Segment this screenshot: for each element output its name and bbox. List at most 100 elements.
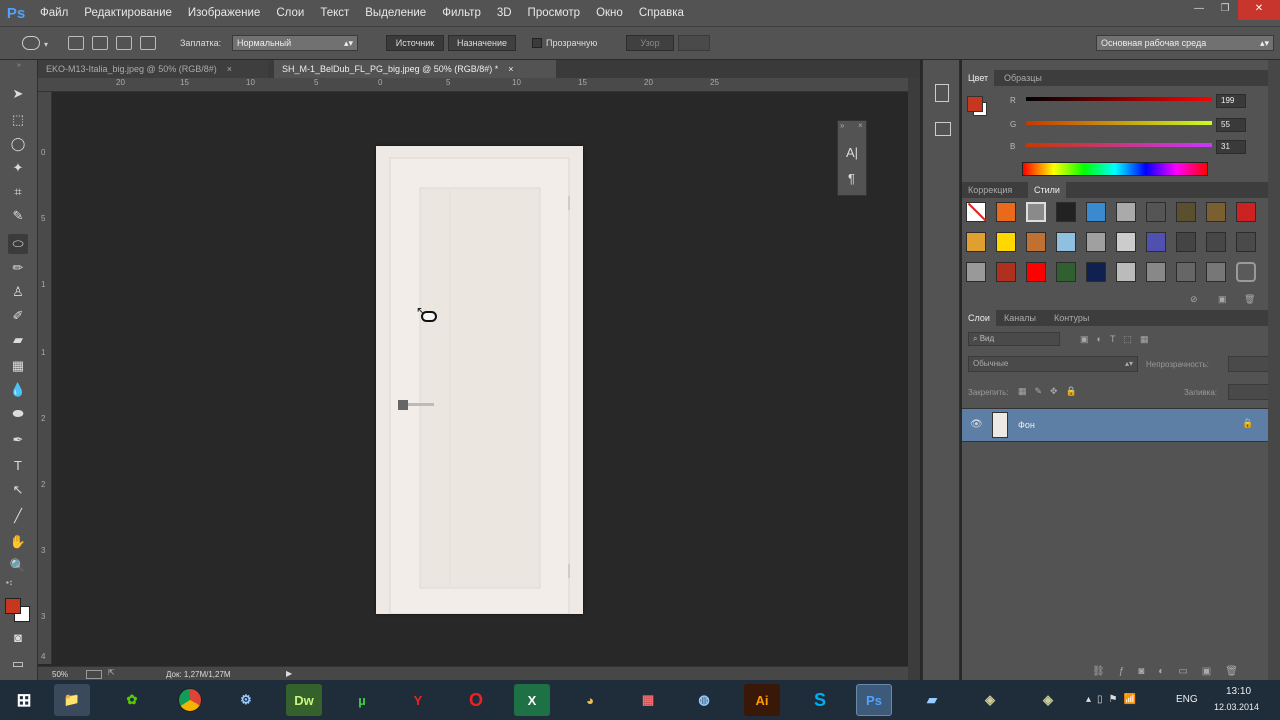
default-colors-icon[interactable]: ▪↕	[6, 578, 13, 587]
path-select-tool-icon[interactable]: ↖	[8, 480, 28, 500]
layer-actions-icons[interactable]: ⛓ƒ◙◐▭▣🗑	[1092, 666, 1252, 677]
lasso-tool-icon[interactable]: ◯	[8, 134, 28, 154]
line-tool-icon[interactable]: ╱	[8, 506, 28, 526]
tab-styles[interactable]: Стили	[1028, 182, 1066, 198]
pattern-button[interactable]: Узор	[626, 35, 674, 51]
quick-mask-icon[interactable]: ◙	[8, 628, 28, 648]
style-swatch[interactable]	[1146, 232, 1166, 252]
minimize-button[interactable]: —	[1186, 0, 1212, 20]
style-swatch[interactable]	[966, 232, 986, 252]
workspace-select[interactable]: Основная рабочая среда ▴▾	[1096, 35, 1274, 51]
actions-panel-icon[interactable]	[935, 122, 951, 136]
menu-layers[interactable]: Слои	[268, 0, 312, 26]
green-value-input[interactable]: 55	[1216, 118, 1246, 132]
tab-adjustments[interactable]: Коррекция	[962, 182, 1018, 198]
red-value-input[interactable]: 199	[1216, 94, 1246, 108]
style-swatch[interactable]	[1206, 232, 1226, 252]
style-swatch[interactable]	[1116, 232, 1136, 252]
style-swatch[interactable]	[1026, 202, 1046, 222]
style-swatch[interactable]	[1176, 202, 1196, 222]
photoshop-taskbar-icon[interactable]: Ps	[856, 684, 892, 716]
zoom-level[interactable]: 50%	[52, 670, 68, 679]
style-swatch[interactable]	[1026, 232, 1046, 252]
menu-text[interactable]: Текст	[312, 0, 357, 26]
doc-info-icon[interactable]	[86, 670, 102, 679]
clear-style-icon[interactable]: ⊘	[1190, 294, 1198, 305]
blue-slider[interactable]	[1026, 143, 1212, 147]
utorrent-icon[interactable]: µ	[344, 684, 380, 716]
clock-time[interactable]: 13:10	[1226, 686, 1251, 697]
intersect-selection-icon[interactable]	[140, 36, 156, 50]
screen-mode-icon[interactable]: ▭	[8, 654, 28, 674]
layer-row-background[interactable]: 👁 Фон 🔒	[962, 408, 1268, 442]
style-swatch[interactable]	[1026, 262, 1046, 282]
blur-tool-icon[interactable]: 💧	[8, 380, 28, 400]
windows-start-icon[interactable]: ⊞	[6, 684, 42, 716]
blue-value-input[interactable]: 31	[1216, 140, 1246, 154]
foreground-color-swatch[interactable]	[5, 598, 21, 614]
style-swatch[interactable]	[1146, 262, 1166, 282]
preset-chevron-icon[interactable]: ▾	[44, 40, 48, 49]
doc-tab-sh[interactable]: SH_M-1_BelDub_FL_PG_big.jpeg @ 50% (RGB/…	[274, 60, 556, 78]
layer-filter-icons[interactable]: ▣◐T⬚▦	[1080, 334, 1156, 345]
style-swatch[interactable]	[1206, 262, 1226, 282]
explorer-icon[interactable]: 📁	[54, 684, 90, 716]
hand-tool-icon[interactable]: ✋	[8, 532, 28, 552]
style-swatch[interactable]	[1176, 262, 1196, 282]
illustrator-icon[interactable]: Ai	[744, 684, 780, 716]
menu-select[interactable]: Выделение	[357, 0, 434, 26]
yandex-browser-icon[interactable]: Y	[400, 684, 436, 716]
layer-filter-select[interactable]: ⌕ Вид	[968, 332, 1060, 346]
panels-scrollbar[interactable]	[1268, 60, 1280, 680]
color-spectrum-bar[interactable]	[1022, 162, 1208, 176]
menu-filter[interactable]: Фильтр	[434, 0, 489, 26]
style-swatch[interactable]	[1236, 202, 1256, 222]
stamp-tool-icon[interactable]: ♙	[8, 282, 28, 302]
style-none-icon[interactable]	[966, 202, 987, 222]
style-swatch[interactable]	[1086, 232, 1106, 252]
style-swatch[interactable]	[996, 202, 1016, 222]
layer-visibility-eye-icon[interactable]: 👁	[970, 419, 983, 430]
style-swatch[interactable]	[1116, 202, 1136, 222]
blend-mode-select[interactable]: Обычные ▴▾	[968, 356, 1138, 372]
close-button[interactable]: ✕	[1238, 0, 1280, 20]
status-arrow-icon[interactable]: ▶	[286, 669, 292, 678]
tab-layers[interactable]: Слои	[962, 310, 996, 326]
delete-style-icon[interactable]: 🗑	[1244, 294, 1255, 305]
move-tool-icon[interactable]: ➤	[8, 84, 28, 104]
window-app-icon[interactable]: ▰	[914, 684, 950, 716]
transparent-checkbox[interactable]	[532, 38, 542, 48]
tool-app-icon[interactable]: ◈	[972, 684, 1008, 716]
menu-image[interactable]: Изображение	[180, 0, 268, 26]
tool-app-2-icon[interactable]: ◈	[1030, 684, 1066, 716]
style-swatch[interactable]	[1056, 232, 1076, 252]
style-swatch[interactable]	[1116, 262, 1136, 282]
share-icon[interactable]: ⇱	[108, 668, 115, 677]
clock-date[interactable]: 12.03.2014	[1214, 702, 1259, 712]
icq-icon[interactable]: ✿	[114, 684, 150, 716]
skype-icon[interactable]: S	[802, 684, 838, 716]
dreamweaver-icon[interactable]: Dw	[286, 684, 322, 716]
eraser-tool-icon[interactable]: ▰	[8, 330, 28, 350]
style-swatch[interactable]	[1056, 202, 1076, 222]
network-app-icon[interactable]: ⚙	[228, 684, 264, 716]
fill-input[interactable]	[1228, 384, 1270, 400]
style-swatch[interactable]	[996, 232, 1016, 252]
marquee-tool-icon[interactable]: ⬚	[8, 110, 28, 130]
pattern-picker[interactable]	[678, 35, 710, 51]
eyedropper-tool-icon[interactable]: ✎	[8, 206, 28, 226]
lock-icons[interactable]: ▦✎✥🔒	[1018, 386, 1085, 397]
canvas-scrollbar[interactable]	[908, 78, 920, 682]
toolbar-collapse-icon[interactable]: »	[0, 62, 38, 70]
patch-tool-preset-icon[interactable]	[22, 36, 40, 50]
new-style-icon[interactable]: ▣	[1218, 294, 1227, 305]
destination-button[interactable]: Назначение	[448, 35, 516, 51]
history-panel-icon[interactable]	[935, 84, 949, 102]
menu-help[interactable]: Справка	[631, 0, 692, 26]
style-swatch[interactable]	[1056, 262, 1076, 282]
close-panel-icon[interactable]: ×	[858, 121, 863, 130]
doc-tab-eko[interactable]: EKO-M13-Italia_big.jpeg @ 50% (RGB/8#) ×	[38, 60, 268, 78]
style-swatch[interactable]	[1176, 232, 1196, 252]
media-app-icon[interactable]: ◕	[572, 684, 608, 716]
system-tray-icons[interactable]: ▴▯⚑📶	[1086, 694, 1142, 705]
